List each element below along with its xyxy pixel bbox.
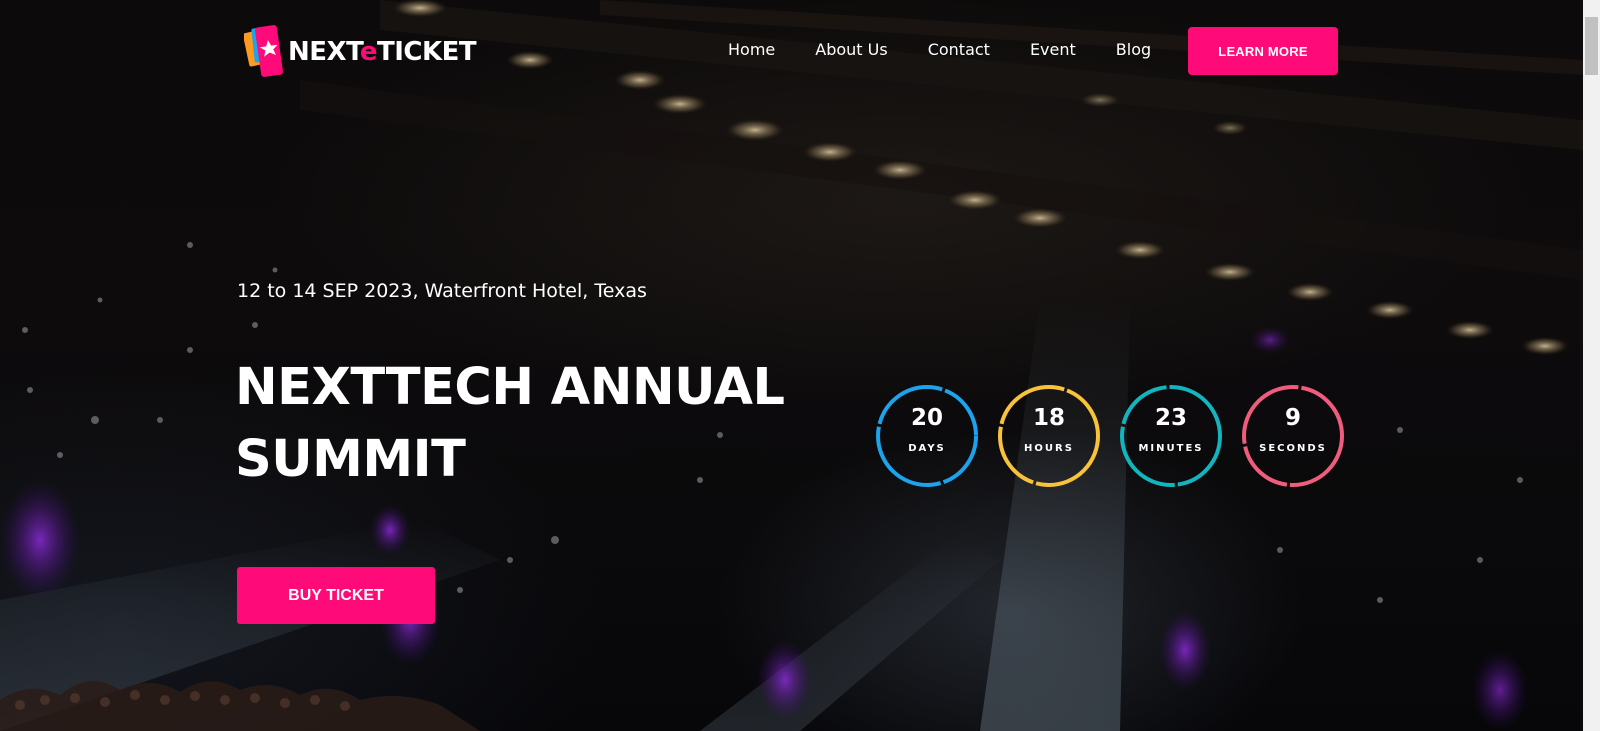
- countdown-hours-label: HOURS: [1024, 443, 1074, 454]
- ticket-logo-icon: [244, 25, 283, 77]
- event-title-line-2: SUMMIT: [235, 430, 466, 489]
- nav-item-blog[interactable]: Blog: [1116, 40, 1151, 59]
- countdown-minutes: 23 MINUTES: [1118, 383, 1224, 489]
- countdown-days: 20 DAYS: [874, 383, 980, 489]
- countdown-minutes-label: MINUTES: [1138, 443, 1204, 454]
- countdown-minutes-value: 23: [1154, 405, 1187, 431]
- nav-item-about-us[interactable]: About Us: [815, 40, 887, 59]
- nav-item-event[interactable]: Event: [1030, 40, 1076, 59]
- event-date-location: 12 to 14 SEP 2023, Waterfront Hotel, Tex…: [237, 280, 647, 302]
- countdown-hours-value: 18: [1032, 405, 1065, 431]
- scrollbar-thumb[interactable]: [1585, 17, 1598, 75]
- main-nav: Home About Us Contact Event Blog: [728, 40, 1151, 59]
- nav-item-contact[interactable]: Contact: [928, 40, 990, 59]
- buy-ticket-button[interactable]: BUY TICKET: [237, 567, 435, 624]
- page: NEXTeTICKET Home About Us Contact Event …: [0, 0, 1600, 731]
- page-scrollbar[interactable]: [1583, 0, 1600, 731]
- countdown-seconds-value: 9: [1284, 405, 1301, 431]
- learn-more-button[interactable]: LEARN MORE: [1188, 27, 1338, 75]
- countdown-ring: [998, 385, 1100, 487]
- brand-logo[interactable]: NEXTeTICKET: [244, 22, 477, 82]
- nav-item-home[interactable]: Home: [728, 40, 775, 59]
- countdown-days-value: 20: [910, 405, 943, 431]
- countdown-ring: [876, 385, 978, 487]
- countdown-seconds-label: SECONDS: [1259, 443, 1327, 454]
- countdown-ring: [1242, 385, 1344, 487]
- countdown-seconds: 9 SECONDS: [1240, 383, 1346, 489]
- countdown-days-label: DAYS: [908, 443, 946, 454]
- countdown-hours: 18 HOURS: [996, 383, 1102, 489]
- event-title-line-1: NEXTTECH ANNUAL: [235, 358, 785, 417]
- countdown-ring: [1120, 385, 1222, 487]
- brand-name: NEXTeTICKET: [288, 37, 477, 67]
- event-title: NEXTTECH ANNUAL SUMMIT: [235, 352, 835, 496]
- countdown-timer: 20 DAYS 18 HOURS 23 MINUTES 9 SECONDS: [874, 383, 1346, 489]
